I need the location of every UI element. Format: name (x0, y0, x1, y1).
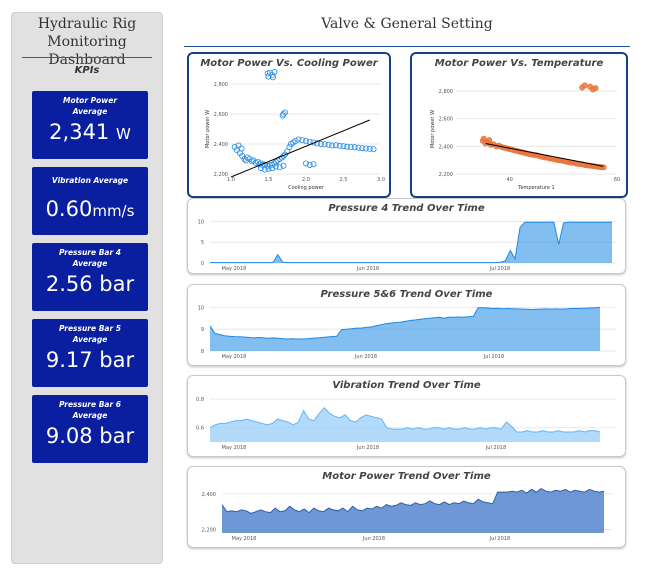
area-fill (210, 222, 612, 263)
trend-line (485, 143, 604, 167)
x-tick-label: Jul 2018 (489, 536, 510, 542)
kpi-label: Pressure Bar 5 Average (58, 324, 122, 344)
scatter-point (310, 161, 317, 168)
y-axis-label: Motor power W (430, 110, 436, 148)
dashboard-title: Hydraulic Rig Monitoring Dashboard (37, 16, 137, 68)
kpi-value: 9.08 bar (45, 424, 135, 448)
y-tick-label: 2,200 (439, 172, 453, 178)
kpi-label: Vibration Average (51, 176, 129, 185)
kpi-value: 2.56 bar (45, 272, 135, 296)
x-tick-label: Jul 2018 (489, 266, 510, 272)
x-tick-label: 1.5 (265, 177, 273, 183)
kpi-card-motor-power: Motor Power Average 2,341 W (32, 91, 148, 159)
kpi-value: 0.60mm/s (45, 197, 135, 221)
y-tick-label: 0.8 (196, 397, 204, 403)
kpi-value: 2,341 W (49, 120, 131, 144)
x-tick-label: Jun 2018 (356, 445, 379, 451)
y-tick-label: 2,600 (214, 112, 228, 118)
chart-pressure-5-6-trend: Pressure 5&6 Trend Over Time 8 9 10 May 201… (187, 284, 626, 366)
y-tick-label: 2,400 (202, 492, 216, 498)
x-tick-label: Jun 2018 (354, 354, 377, 360)
kpi-card-pressure-4: Pressure Bar 4 Average 2.56 bar (32, 243, 148, 311)
y-tick-label: 0 (201, 261, 204, 267)
x-tick-label: Jul 2018 (485, 445, 506, 451)
y-tick-label: 5 (201, 240, 204, 246)
header-divider (184, 46, 630, 47)
kpi-card-pressure-5: Pressure Bar 5 Average 9.17 bar (32, 319, 148, 387)
y-tick-label: 2,400 (214, 142, 228, 148)
x-axis-label: Cooling power (288, 185, 325, 191)
x-tick-label: 2.0 (302, 177, 310, 183)
scatter-point (271, 68, 278, 75)
x-tick-label: 60 (614, 177, 620, 183)
y-tick-label: 2,200 (202, 527, 216, 533)
kpi-card-vibration: Vibration Average 0.60mm/s (32, 167, 148, 235)
x-tick-label: Jun 2018 (356, 266, 379, 272)
scatter-point (486, 137, 493, 144)
y-tick-label: 10 (198, 305, 204, 311)
chart-motor-power-trend: Motor Power Trend Over Time 2,200 2,400 Ma… (187, 466, 626, 548)
x-tick-label: Jun 2018 (362, 536, 385, 542)
scatter-point (370, 146, 377, 153)
x-tick-label: Jul 2018 (483, 354, 504, 360)
kpis-heading: KPIs (74, 65, 100, 76)
scatter-point (270, 74, 277, 81)
scatter-point (579, 84, 586, 91)
y-tick-label: 9 (201, 327, 204, 333)
scatter-point (589, 86, 596, 93)
y-tick-label: 2,800 (439, 89, 453, 95)
scatter-point (480, 135, 487, 142)
section-title: Valve & General Setting (321, 16, 493, 32)
y-tick-label: 2,600 (439, 117, 453, 123)
chart-motor-vs-cooling: Motor Power Vs. Cooling Power 2,200 2,400… (187, 52, 391, 198)
x-tick-label: May 2018 (222, 266, 247, 272)
x-tick-label: May 2018 (232, 536, 257, 542)
x-tick-label: 2.5 (340, 177, 348, 183)
sidebar-divider (22, 57, 152, 58)
y-tick-label: 2,800 (214, 82, 228, 88)
x-tick-label: May 2018 (222, 445, 247, 451)
y-tick-label: 0.6 (196, 426, 204, 432)
kpi-label: Pressure Bar 4 Average (58, 248, 122, 268)
scatter-point (279, 112, 286, 119)
kpi-value: 9.17 bar (45, 348, 135, 372)
x-axis-label: Temperature 1 (517, 185, 554, 191)
chart-motor-vs-temperature: Motor Power Vs. Temperature 2,200 2,400 2,… (410, 52, 628, 198)
y-tick-label: 2,200 (214, 172, 228, 178)
kpi-sidebar: Hydraulic Rig Monitoring Dashboard KPIs … (11, 12, 163, 564)
y-axis-label: Motor power W (205, 110, 211, 148)
x-tick-label: 3.0 (377, 177, 385, 183)
scatter-point (238, 145, 245, 152)
kpi-label: Motor Power Average (62, 96, 118, 116)
scatter-point (280, 162, 287, 169)
x-tick-label: May 2018 (222, 354, 247, 360)
x-tick-label: 1.0 (227, 177, 235, 183)
y-tick-label: 2,400 (439, 144, 453, 150)
chart-vibration-trend: Vibration Trend Over Time 0.6 0.8 May 2018… (187, 375, 626, 457)
kpi-label: Pressure Bar 6 Average (58, 400, 122, 420)
y-tick-label: 8 (201, 349, 204, 355)
chart-pressure-4-trend: Pressure 4 Trend Over Time 0 5 10 May 2018 J… (187, 198, 626, 274)
y-tick-label: 10 (198, 219, 204, 225)
kpi-card-pressure-6: Pressure Bar 6 Average 9.08 bar (32, 395, 148, 463)
x-tick-label: 40 (506, 177, 512, 183)
